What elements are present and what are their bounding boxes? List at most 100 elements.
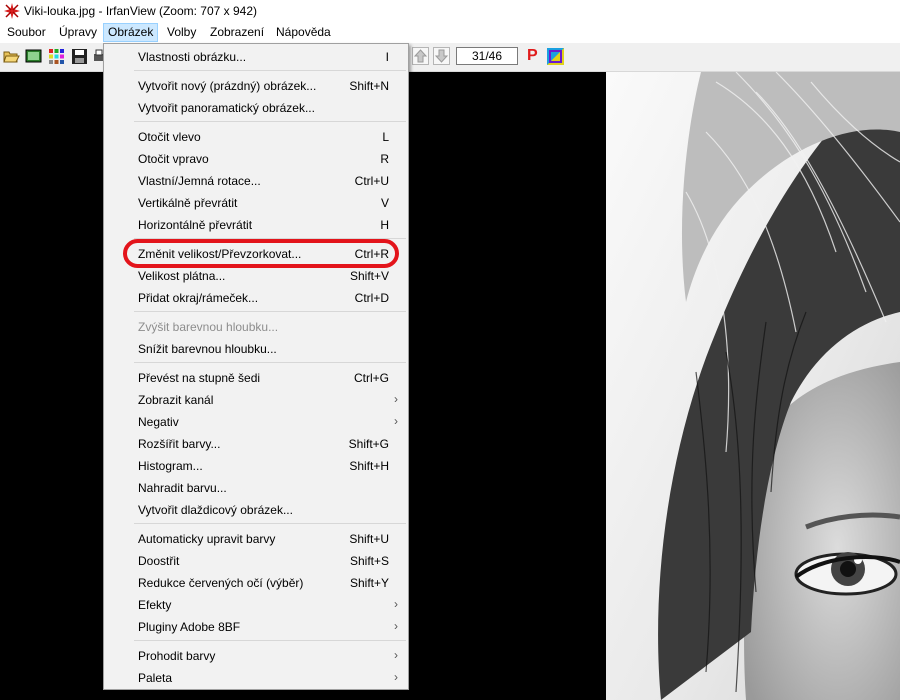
p-paint-icon[interactable]: P	[527, 47, 538, 65]
menu-item-replace-color[interactable]: Nahradit barvu...	[104, 477, 408, 499]
menu-item-palette[interactable]: Paleta ›	[104, 667, 408, 689]
arrow-up-icon	[413, 49, 428, 63]
photo-girl-portrait	[606, 72, 900, 700]
menu-item-swap-colors[interactable]: Prohodit barvy ›	[104, 645, 408, 667]
menu-item-label: Prohodit barvy	[138, 649, 216, 663]
menu-item-label: Vytvořit panoramatický obrázek...	[138, 101, 315, 115]
menu-item-shortcut: Shift+G	[348, 437, 389, 451]
next-down-button[interactable]	[433, 47, 450, 65]
menu-item-label: Vlastní/Jemná rotace...	[138, 174, 261, 188]
open-folder-icon[interactable]	[3, 48, 20, 65]
menu-item-rotate-right[interactable]: Otočit vpravo R	[104, 148, 408, 170]
menu-item-label: Paleta	[138, 671, 173, 685]
menu-volby[interactable]: Volby	[163, 24, 200, 41]
menu-item-label: Efekty	[138, 598, 172, 612]
menu-item-label: Vytvořit dlaždicový obrázek...	[138, 503, 293, 517]
arrow-down-icon	[434, 49, 449, 63]
menu-item-label: Redukce červených očí (výběr)	[138, 576, 304, 590]
menu-item-show-channel[interactable]: Zobrazit kanál ›	[104, 389, 408, 411]
save-icon[interactable]	[71, 48, 88, 65]
menu-item-label: Zobrazit kanál	[138, 393, 214, 407]
menu-item-new-blank-image[interactable]: Vytvořit nový (prázdný) obrázek... Shift…	[104, 75, 408, 97]
menu-item-label: Převést na stupně šedi	[138, 371, 261, 385]
menu-item-custom-rotation[interactable]: Vlastní/Jemná rotace... Ctrl+U	[104, 170, 408, 192]
menu-item-label: Otočit vlevo	[138, 130, 201, 144]
submenu-arrow-icon: ›	[394, 597, 398, 611]
menu-item-label: Horizontálně převrátit	[138, 218, 253, 232]
menu-item-grayscale[interactable]: Převést na stupně šedi Ctrl+G	[104, 367, 408, 389]
menu-item-canvas-size[interactable]: Velikost plátna... Shift+V	[104, 265, 408, 287]
print-icon[interactable]	[93, 48, 103, 65]
menu-item-tiled-image[interactable]: Vytvořit dlaždicový obrázek...	[104, 499, 408, 521]
menu-item-shortcut: Shift+H	[349, 459, 389, 473]
menu-zobrazeni[interactable]: Zobrazení	[206, 24, 268, 41]
menu-item-image-properties[interactable]: Vlastnosti obrázku... I	[104, 46, 408, 68]
menu-upravy[interactable]: Úpravy	[55, 24, 101, 41]
menu-item-increase-color-depth: Zvýšit barevnou hloubku...	[104, 316, 408, 338]
menu-separator	[134, 70, 406, 71]
menu-item-rotate-left[interactable]: Otočit vlevo L	[104, 126, 408, 148]
previous-up-button[interactable]	[412, 47, 429, 65]
menu-item-adobe-8bf-plugins[interactable]: Pluginy Adobe 8BF ›	[104, 616, 408, 638]
menu-item-shortcut: Shift+U	[349, 532, 389, 546]
menu-item-shortcut: R	[380, 152, 389, 166]
irfanview-app-icon	[4, 3, 20, 19]
thumbnails-icon[interactable]	[48, 48, 65, 65]
menu-item-auto-adjust-colors[interactable]: Automaticky upravit barvy Shift+U	[104, 528, 408, 550]
red-highlight-annotation	[123, 239, 399, 268]
menu-item-label: Vytvořit nový (prázdný) obrázek...	[138, 79, 317, 93]
menu-item-shortcut: Shift+V	[349, 269, 389, 283]
menu-item-shortcut: Ctrl+G	[353, 371, 389, 385]
menu-separator	[134, 362, 406, 363]
menu-separator	[134, 523, 406, 524]
menu-item-horizontal-flip[interactable]: Horizontálně převrátit H	[104, 214, 408, 236]
menu-item-label: Přidat okraj/rámeček...	[138, 291, 259, 305]
menu-item-shortcut: Ctrl+D	[354, 291, 389, 305]
obrazek-menu-dropdown: Vlastnosti obrázku... I Vytvořit nový (p…	[103, 43, 409, 690]
menu-item-vertical-flip[interactable]: Vertikálně převrátit V	[104, 192, 408, 214]
menu-item-label: Otočit vpravo	[138, 152, 209, 166]
menu-item-label: Velikost plátna...	[138, 269, 226, 283]
menu-item-effects[interactable]: Efekty ›	[104, 594, 408, 616]
submenu-arrow-icon: ›	[394, 414, 398, 428]
window-title: Viki-louka.jpg - IrfanView (Zoom: 707 x …	[24, 4, 257, 18]
menu-item-shortcut: V	[380, 196, 389, 210]
menu-separator	[134, 311, 406, 312]
menu-item-enhance-colors[interactable]: Rozšířit barvy... Shift+G	[104, 433, 408, 455]
page-counter: 31/46	[456, 47, 518, 65]
menu-item-shortcut: Shift+Y	[349, 576, 389, 590]
menu-item-shortcut: Shift+N	[349, 79, 389, 93]
menu-item-sharpen[interactable]: Doostřit Shift+S	[104, 550, 408, 572]
submenu-arrow-icon: ›	[394, 670, 398, 684]
menu-item-label: Pluginy Adobe 8BF	[138, 620, 241, 634]
menu-item-negative[interactable]: Negativ ›	[104, 411, 408, 433]
submenu-arrow-icon: ›	[394, 648, 398, 662]
menu-item-label: Vertikálně převrátit	[138, 196, 238, 210]
menu-item-label: Histogram...	[138, 459, 203, 473]
menu-napoveda[interactable]: Nápověda	[272, 24, 335, 41]
menu-item-shortcut: L	[382, 130, 389, 144]
menu-item-panorama-image[interactable]: Vytvořit panoramatický obrázek...	[104, 97, 408, 119]
menu-bar: Soubor Úpravy Obrázek Volby Zobrazení Ná…	[0, 22, 900, 43]
menu-soubor[interactable]: Soubor	[3, 24, 50, 41]
menu-item-label: Rozšířit barvy...	[138, 437, 221, 451]
menu-obrazek[interactable]: Obrázek	[103, 23, 159, 42]
menu-item-label: Nahradit barvu...	[138, 481, 227, 495]
submenu-arrow-icon: ›	[394, 392, 398, 406]
color-picker-icon[interactable]	[547, 48, 564, 65]
menu-separator	[134, 121, 406, 122]
menu-item-shortcut: Ctrl+U	[354, 174, 389, 188]
menu-item-histogram[interactable]: Histogram... Shift+H	[104, 455, 408, 477]
menu-separator	[134, 640, 406, 641]
title-bar: Viki-louka.jpg - IrfanView (Zoom: 707 x …	[0, 0, 900, 22]
menu-item-shortcut: H	[380, 218, 389, 232]
slideshow-icon[interactable]	[25, 48, 42, 65]
menu-item-add-border[interactable]: Přidat okraj/rámeček... Ctrl+D	[104, 287, 408, 309]
menu-item-label: Negativ	[138, 415, 179, 429]
menu-item-label: Automaticky upravit barvy	[138, 532, 276, 546]
menu-item-shortcut: Shift+S	[349, 554, 389, 568]
menu-item-decrease-color-depth[interactable]: Snížit barevnou hloubku...	[104, 338, 408, 360]
menu-item-shortcut: I	[385, 50, 389, 64]
menu-item-red-eye-reduction[interactable]: Redukce červených očí (výběr) Shift+Y	[104, 572, 408, 594]
menu-item-label: Zvýšit barevnou hloubku...	[138, 320, 279, 334]
